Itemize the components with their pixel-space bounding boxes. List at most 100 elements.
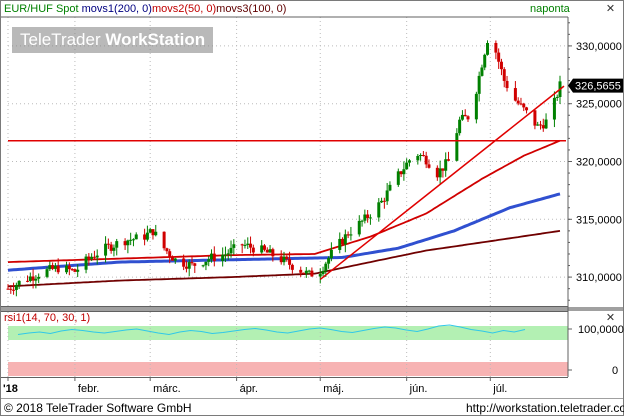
candle-up xyxy=(480,67,484,76)
candle-down xyxy=(499,61,503,70)
candle-down xyxy=(165,248,169,252)
candle-down xyxy=(502,69,506,81)
last-price-flag: 326,5655 xyxy=(568,78,623,93)
candle-down xyxy=(265,249,269,253)
candle-down xyxy=(184,266,188,269)
candle-up xyxy=(416,155,420,161)
candle-up xyxy=(84,256,88,270)
candle-down xyxy=(497,52,501,62)
candle-down xyxy=(151,229,155,236)
candle-up xyxy=(477,75,481,94)
candle-down xyxy=(346,234,350,236)
candle-up xyxy=(126,240,130,246)
candle-up xyxy=(223,254,227,256)
candle-down xyxy=(109,244,113,251)
candle-up xyxy=(65,265,69,273)
candle-down xyxy=(12,289,16,291)
candle-down xyxy=(522,103,526,108)
candle-up xyxy=(232,244,236,248)
time-tick-label: ápr. xyxy=(240,383,258,395)
ma1-label[interactable]: movs1(200, 0) xyxy=(82,3,152,15)
price-axis: 330,0000 325,0000 320,0000 315,0000 310,0000 xyxy=(568,22,622,301)
candle-up xyxy=(246,243,250,245)
candle-down xyxy=(106,243,110,245)
candle-up xyxy=(486,42,490,55)
candle-up xyxy=(201,265,205,267)
rsi-tick-label: 0 xyxy=(612,365,618,377)
candle-down xyxy=(170,256,174,261)
time-tick-label: jún. xyxy=(409,383,428,395)
candle-down xyxy=(249,243,253,248)
candle-up xyxy=(260,245,264,253)
instrument-label[interactable]: EUR/HUF Spot xyxy=(4,3,79,15)
rsi-axis: 100,0000 0 xyxy=(568,324,624,377)
time-tick-label: '18 xyxy=(3,383,18,395)
candle-down xyxy=(279,256,283,263)
candle-down xyxy=(494,42,498,53)
price-tick-label: 315,0000 xyxy=(576,214,622,226)
candle-down xyxy=(366,214,370,219)
candle-up xyxy=(115,241,119,248)
candle-down xyxy=(541,125,545,129)
period-label[interactable]: naponta xyxy=(530,3,570,16)
candle-up xyxy=(48,265,52,270)
candle-up xyxy=(95,255,99,258)
rsi-title[interactable]: rsi1(14, 70, 30, 1) xyxy=(4,312,90,325)
candle-up xyxy=(368,217,372,219)
candle-down xyxy=(92,256,96,258)
price-tick-label: 325,0000 xyxy=(576,99,622,111)
candle-down xyxy=(513,88,517,101)
candle-up xyxy=(207,259,211,262)
candle-up xyxy=(154,231,158,236)
candle-down xyxy=(70,269,74,271)
candle-up xyxy=(17,280,21,285)
close-rsi-icon[interactable]: ✕ xyxy=(604,312,617,325)
candle-up xyxy=(53,265,57,269)
candle-up xyxy=(460,114,464,120)
website-link[interactable]: http://workstation.teletrader.com xyxy=(466,401,624,415)
candle-down xyxy=(193,263,197,266)
candle-down xyxy=(26,280,30,282)
candle-down xyxy=(190,262,194,264)
candle-up xyxy=(76,269,80,272)
candle-up xyxy=(145,232,149,240)
candle-up xyxy=(360,220,364,222)
candle-down xyxy=(382,200,386,202)
rsi-oversold-zone xyxy=(8,362,568,376)
candle-up xyxy=(321,271,325,275)
watermark-brand: TeleTrader xyxy=(20,30,106,49)
candle-up xyxy=(349,234,353,236)
candle-down xyxy=(399,171,403,175)
candle-up xyxy=(396,171,400,185)
candle-down xyxy=(123,241,127,246)
candle-down xyxy=(288,259,292,265)
candle-up xyxy=(129,239,133,241)
candle-up xyxy=(555,96,559,98)
candle-up xyxy=(112,247,116,251)
candle-up xyxy=(385,190,389,202)
candle-up xyxy=(134,234,138,240)
candle-up xyxy=(357,220,361,235)
candle-down xyxy=(143,234,147,240)
candle-up xyxy=(327,258,331,264)
ma2-label[interactable]: movs2(50, 0) xyxy=(152,3,216,15)
ma3-label[interactable]: movs3(100, 0) xyxy=(216,3,286,15)
rsi-tick-label: 100,0000 xyxy=(578,324,624,336)
candle-up xyxy=(28,276,32,282)
close-main-icon[interactable]: ✕ xyxy=(604,3,617,16)
candle-up xyxy=(444,159,448,171)
candle-down xyxy=(212,253,216,262)
candle-down xyxy=(271,249,275,257)
candle-down xyxy=(240,244,244,246)
candle-up xyxy=(131,239,135,241)
candle-up xyxy=(14,284,18,290)
candle-down xyxy=(73,269,77,272)
candle-up xyxy=(210,253,214,260)
candle-down xyxy=(310,270,314,277)
candle-up xyxy=(45,269,49,277)
watermark-text: TeleTrader WorkStation xyxy=(20,30,205,50)
time-tick-label: júl. xyxy=(492,383,507,395)
candle-down xyxy=(87,256,91,259)
candle-down xyxy=(162,231,166,249)
candle-down xyxy=(538,124,542,126)
